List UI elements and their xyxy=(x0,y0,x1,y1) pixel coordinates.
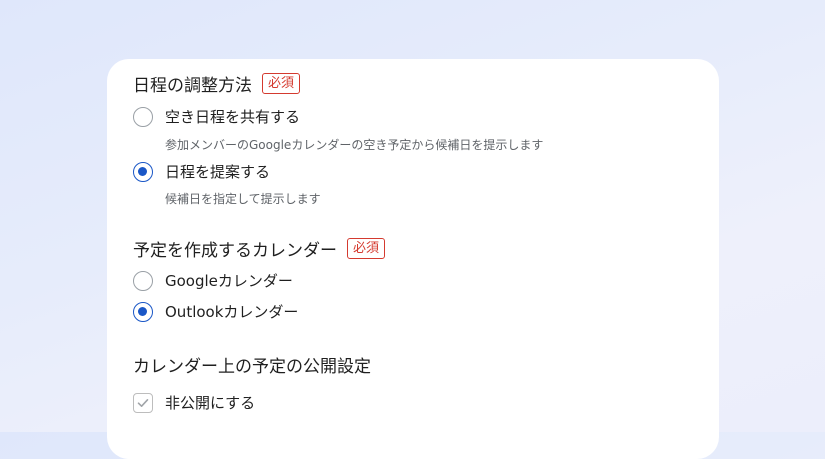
radio-share-free-slots[interactable]: 空き日程を共有する xyxy=(133,106,300,127)
radio-button-unchecked[interactable] xyxy=(133,270,153,291)
checkmark-icon xyxy=(137,398,149,407)
checkbox-private-label: 非公開にする xyxy=(165,394,256,412)
required-badge: 必須 xyxy=(262,73,301,94)
schedule-method-title-text: 日程の調整方法 xyxy=(133,76,252,96)
radio-button-unchecked[interactable] xyxy=(133,106,153,127)
radio-propose-dates[interactable]: 日程を提案する xyxy=(133,161,270,182)
calendar-title: 予定を作成するカレンダー 必須 xyxy=(133,236,386,261)
radio-outlook-calendar-label: Outlookカレンダー xyxy=(165,303,299,321)
propose-dates-hint: 候補日を指定して提示します xyxy=(165,192,321,206)
required-badge: 必須 xyxy=(347,238,386,259)
calendar-title-text: 予定を作成するカレンダー xyxy=(133,241,337,261)
checkbox[interactable] xyxy=(133,392,153,413)
radio-share-free-slots-label: 空き日程を共有する xyxy=(165,108,301,126)
radio-button-checked[interactable] xyxy=(133,161,153,182)
share-free-slots-hint: 参加メンバーのGoogleカレンダーの空き予定から候補日を提示します xyxy=(165,138,544,152)
radio-propose-dates-label: 日程を提案する xyxy=(165,163,271,181)
visibility-title-text: カレンダー上の予定の公開設定 xyxy=(133,357,371,377)
checkbox-private[interactable]: 非公開にする xyxy=(133,392,255,413)
radio-google-calendar[interactable]: Googleカレンダー xyxy=(133,270,293,291)
radio-google-calendar-label: Googleカレンダー xyxy=(165,272,293,290)
radio-outlook-calendar[interactable]: Outlookカレンダー xyxy=(133,301,298,322)
radio-button-checked[interactable] xyxy=(133,301,153,322)
schedule-method-title: 日程の調整方法 必須 xyxy=(133,71,301,96)
visibility-title: カレンダー上の予定の公開設定 xyxy=(133,352,371,377)
settings-card: 日程の調整方法 必須 空き日程を共有する 参加メンバーのGoogleカレンダーの… xyxy=(107,59,719,459)
